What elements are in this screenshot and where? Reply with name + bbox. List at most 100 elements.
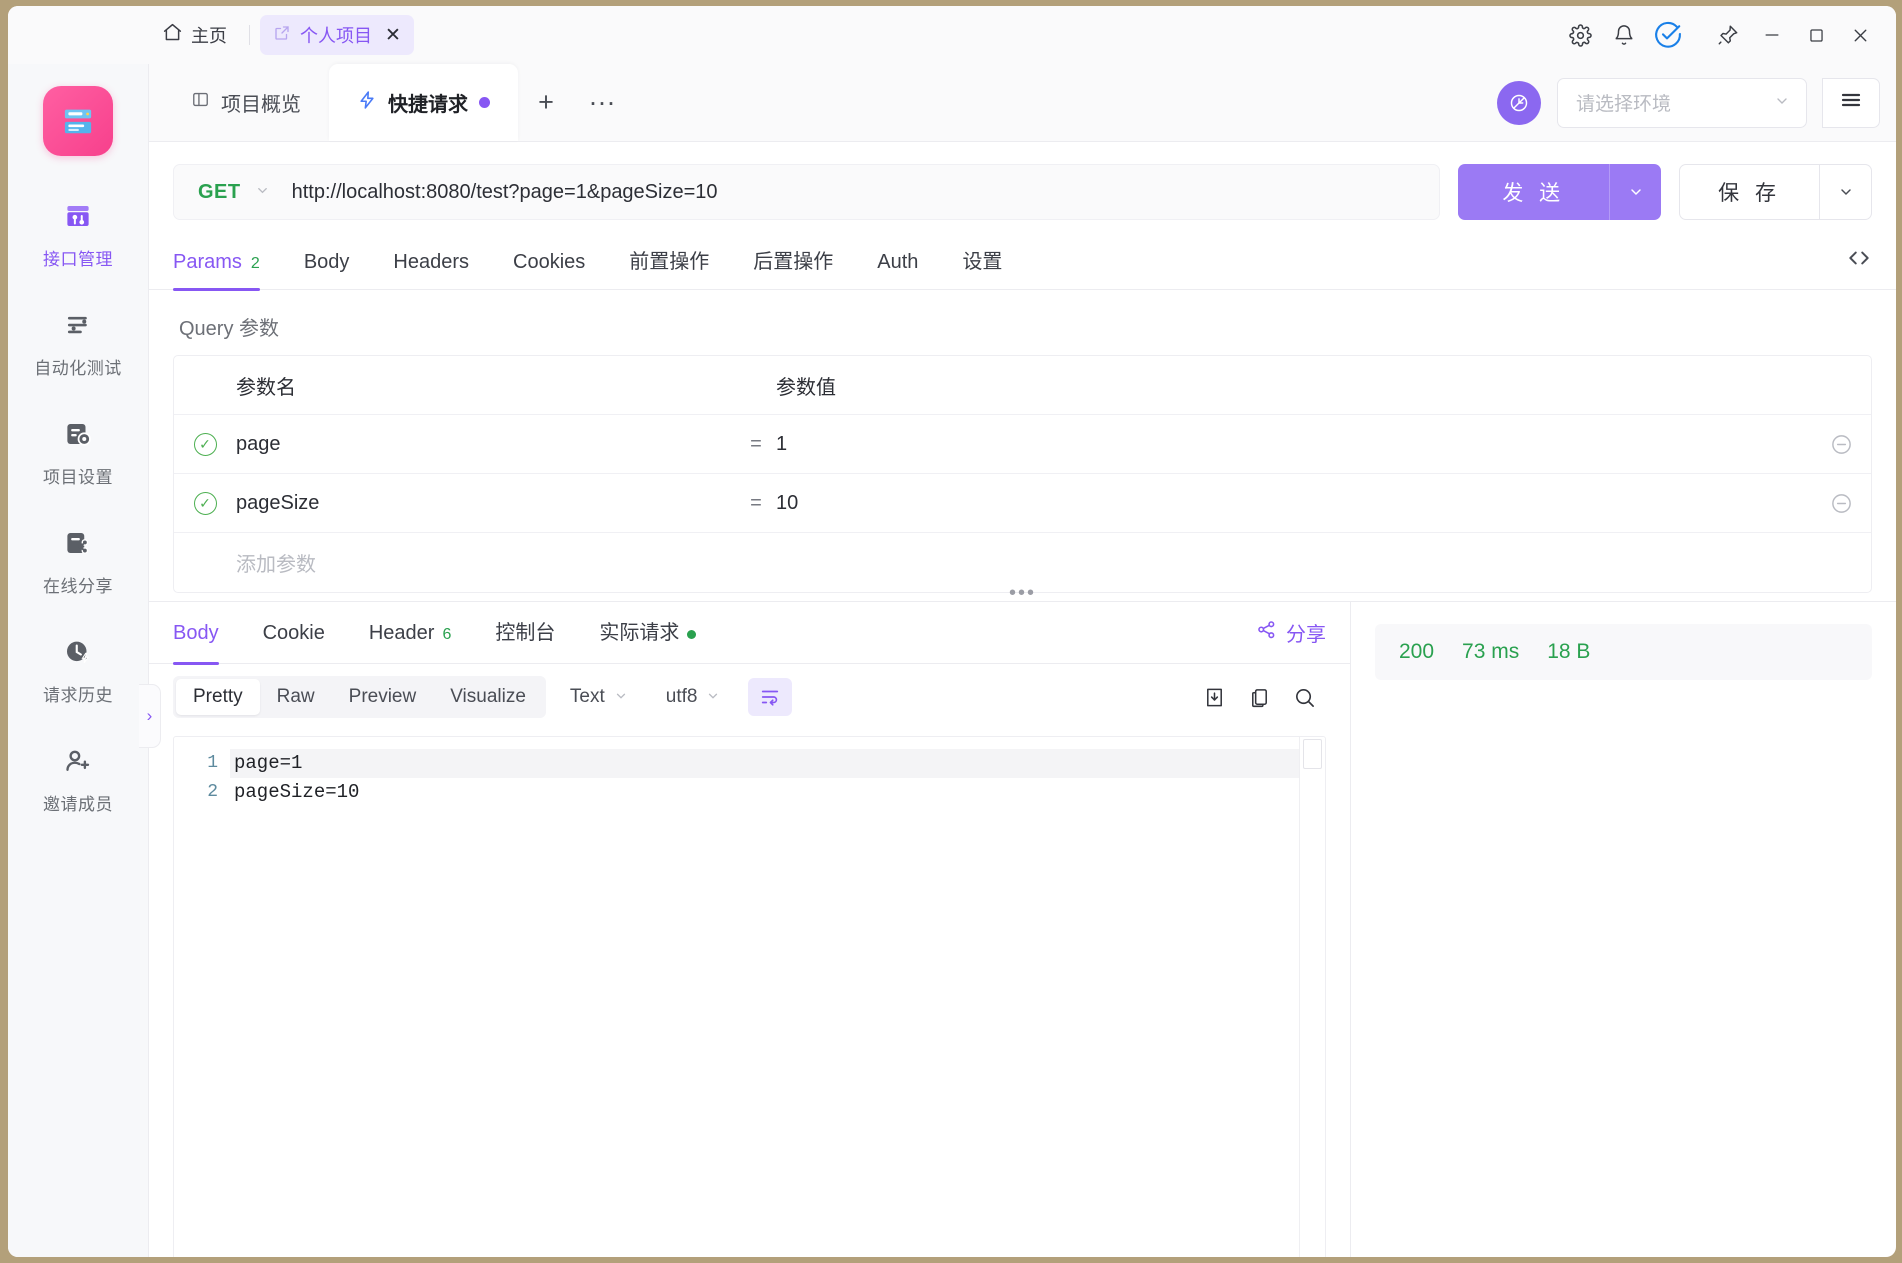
param-enable-checkbox[interactable]: ✓ (174, 491, 236, 515)
tab-label: Body (173, 621, 219, 644)
response-tab-console[interactable]: 控制台 (473, 602, 577, 664)
tab-headers[interactable]: Headers (371, 234, 491, 290)
project-tab-close-icon[interactable]: ✕ (385, 26, 401, 45)
format-select[interactable]: Text (556, 679, 642, 715)
title-bar-left: 主页 个人项目 ✕ (8, 15, 414, 55)
home-label: 主页 (191, 26, 227, 46)
close-icon[interactable] (1838, 15, 1882, 55)
share-button[interactable]: 分享 (1256, 618, 1326, 647)
sidebar-item-online-share[interactable]: 在线分享 (8, 517, 148, 608)
response-tab-body[interactable]: Body (173, 602, 241, 665)
scrollbar-thumb[interactable] (1303, 739, 1322, 769)
param-value-input[interactable]: 10 (776, 492, 1811, 515)
method-label: GET (198, 180, 241, 203)
param-name-input[interactable]: page (236, 433, 736, 456)
sidebar-collapse-handle[interactable]: › (139, 684, 161, 748)
download-icon[interactable] (1203, 686, 1226, 709)
tab-quick-request[interactable]: 快捷请求 (329, 64, 518, 141)
title-bar-controls (1558, 15, 1896, 55)
params-table-header: 参数名 参数值 (174, 356, 1871, 415)
search-icon[interactable] (1293, 686, 1316, 709)
send-button[interactable]: 发 送 (1458, 164, 1610, 220)
tab-settings[interactable]: 设置 (940, 234, 1024, 290)
sidebar-item-invite-member[interactable]: 邀请成员 (8, 735, 148, 826)
pin-icon[interactable] (1706, 15, 1750, 55)
tab-auth[interactable]: Auth (855, 234, 940, 290)
word-wrap-icon[interactable] (748, 678, 793, 716)
copy-icon[interactable] (1248, 686, 1271, 709)
tab-params[interactable]: Params 2 (173, 234, 282, 291)
panel-splitter-handle[interactable]: ••• (149, 583, 1896, 603)
tab-label: Params (173, 250, 242, 273)
view-mode-pretty[interactable]: Pretty (176, 679, 260, 715)
encoding-select[interactable]: utf8 (652, 679, 735, 715)
view-mode-raw[interactable]: Raw (260, 679, 332, 715)
save-dropdown-button[interactable] (1820, 164, 1872, 220)
tab-cookies[interactable]: Cookies (491, 234, 607, 290)
send-button-group: 发 送 (1458, 164, 1662, 220)
tab-more-button[interactable]: ··· (574, 64, 630, 141)
response-section: Body Cookie Header 6 控制台 实际请求 分享 Pretty … (149, 601, 1896, 1257)
sidebar-item-request-history[interactable]: 请求历史 (8, 626, 148, 717)
method-select[interactable]: GET (174, 181, 292, 204)
tab-project-overview[interactable]: 项目概览 (163, 64, 329, 141)
response-toolbar: Pretty Raw Preview Visualize Text utf8 (149, 664, 1350, 730)
sync-status-icon[interactable] (1497, 80, 1541, 125)
response-tab-actual-request[interactable]: 实际请求 (577, 602, 718, 664)
response-status-card: 200 73 ms 18 B (1375, 624, 1872, 680)
check-icon: ✓ (193, 491, 217, 515)
section-title: Query 参数 (179, 318, 280, 340)
param-enable-checkbox[interactable]: ✓ (174, 432, 236, 456)
status-size: 18 B (1547, 640, 1591, 663)
maximize-icon[interactable] (1794, 15, 1838, 55)
environment-select[interactable]: 请选择环境 (1557, 77, 1807, 128)
online-share-icon (63, 528, 93, 563)
line-number-gutter: 1 2 (174, 737, 230, 1257)
code-content: page=1 pageSize=10 (230, 737, 1325, 1257)
response-right-panel: 200 73 ms 18 B (1351, 602, 1896, 1257)
param-value-input[interactable]: 1 (776, 433, 1811, 456)
sidebar-item-api-management[interactable]: 接口管理 (8, 190, 148, 281)
project-tab[interactable]: 个人项目 ✕ (260, 15, 414, 55)
view-mode-preview[interactable]: Preview (332, 679, 434, 715)
tab-strip-right: 请选择环境 (1497, 64, 1896, 141)
environment-menu-button[interactable] (1822, 77, 1880, 128)
bell-icon[interactable] (1602, 15, 1646, 55)
share-label: 分享 (1286, 624, 1326, 646)
check-circle-icon[interactable] (1646, 15, 1690, 55)
check-icon: ✓ (193, 432, 217, 456)
response-body-viewer[interactable]: 1 2 page=1 pageSize=10 (173, 736, 1326, 1257)
sidebar-item-label: 请求历史 (43, 686, 113, 705)
tab-post-operation[interactable]: 后置操作 (731, 234, 855, 290)
title-bar: 主页 个人项目 ✕ (8, 6, 1896, 64)
response-tab-cookie[interactable]: Cookie (241, 602, 347, 664)
environment-placeholder: 请选择环境 (1576, 94, 1672, 115)
application-window: 主页 个人项目 ✕ 接口管理 自动化测试 项目设置 在线分享 请求历史 邀请成员… (8, 6, 1896, 1257)
params-table: 参数名 参数值 ✓ page = 1 ✓ pageSize = 10 添加参数 (173, 355, 1872, 593)
tab-label: 设置 (962, 250, 1003, 273)
tab-body[interactable]: Body (282, 234, 372, 290)
home-button[interactable]: 主页 (150, 15, 239, 55)
send-dropdown-button[interactable] (1609, 164, 1662, 220)
tab-pre-operation[interactable]: 前置操作 (607, 234, 731, 290)
code-snippet-icon[interactable] (1846, 245, 1872, 278)
response-tab-header[interactable]: Header 6 (347, 602, 474, 664)
add-tab-button[interactable]: + (518, 64, 574, 141)
remove-param-icon[interactable] (1811, 492, 1871, 515)
code-scrollbar[interactable] (1299, 737, 1325, 1257)
remove-param-icon[interactable] (1811, 433, 1871, 456)
param-name-input[interactable]: pageSize (236, 492, 736, 515)
tab-label: 实际请求 (599, 621, 680, 644)
column-header-value: 参数值 (776, 376, 836, 399)
url-input[interactable]: http://localhost:8080/test?page=1&pageSi… (292, 181, 1440, 204)
response-tabs: Body Cookie Header 6 控制台 实际请求 分享 (149, 602, 1350, 665)
sidebar-item-project-settings[interactable]: 项目设置 (8, 408, 148, 499)
sidebar-item-automation-test[interactable]: 自动化测试 (8, 299, 148, 390)
save-button[interactable]: 保 存 (1679, 164, 1820, 220)
view-mode-visualize[interactable]: Visualize (433, 679, 543, 715)
minimize-icon[interactable] (1750, 15, 1794, 55)
gear-icon[interactable] (1558, 15, 1602, 55)
sidebar-item-label: 自动化测试 (34, 359, 122, 378)
hamburger-icon (1839, 88, 1863, 117)
tab-label: Cookie (262, 621, 325, 644)
